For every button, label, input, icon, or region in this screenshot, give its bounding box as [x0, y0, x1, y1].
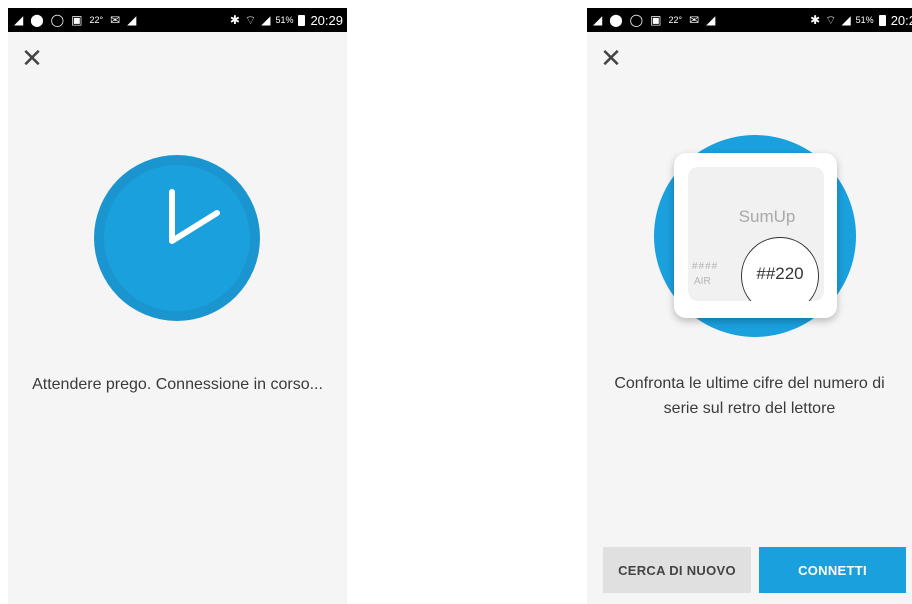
instruction-message: Confronta le ultime cifre del numero di … [614, 375, 885, 417]
battery-icon [878, 14, 886, 26]
connect-button[interactable]: CONNETTI [759, 547, 906, 593]
temperature-icon: 22° [668, 15, 683, 25]
gallery-icon: ▣ [650, 13, 662, 27]
card-reader-illustration: SumUp #### AIR ##220 [674, 153, 837, 318]
magnifier-icon: ##220 [741, 237, 819, 301]
signal-icon: ◢ [841, 13, 851, 27]
gallery-icon: ▣ [71, 13, 83, 27]
close-icon[interactable]: ✕ [599, 45, 623, 71]
download-notification-icon: ◢ [14, 13, 24, 27]
wifi-icon: ⌔ [244, 13, 257, 27]
signal-icon: ◢ [261, 13, 271, 27]
card-brand-logo: SumUp [738, 207, 796, 226]
mail-icon: ✉ [689, 13, 700, 27]
connecting-message: Attendere prego. Connessione in corso... [32, 376, 323, 393]
mail-icon: ✉ [110, 13, 121, 27]
bluetooth-icon: ✱ [229, 13, 240, 27]
whatsapp-icon: ◯ [629, 13, 644, 27]
serial-number-label: #### [692, 261, 719, 272]
battery-percent: 51% [275, 15, 294, 25]
location-icon: ⬤ [30, 13, 44, 27]
battery-icon [298, 14, 306, 26]
clock-icon [94, 155, 260, 321]
whatsapp-icon: ◯ [50, 13, 65, 27]
download-notification-icon: ◢ [127, 13, 137, 27]
location-icon: ⬤ [609, 13, 623, 27]
status-clock: 20:29 [310, 12, 343, 28]
temperature-icon: 22° [89, 15, 104, 25]
bluetooth-icon: ✱ [810, 13, 821, 27]
phone-screen-connecting: ◢ ⬤ ◯ ▣ 22° ✉ ◢ ✱ ⌔ ◢ 51% 20:29 ✕ Attend… [8, 8, 347, 604]
status-clock: 20:2 [890, 12, 912, 28]
status-bar: ◢ ⬤ ◯ ▣ 22° ✉ ◢ ✱ ⌔ ◢ 51% 20:2 [587, 8, 912, 32]
search-again-button[interactable]: CERCA DI NUOVO [603, 547, 751, 593]
phone-screen-verify-serial: ◢ ⬤ ◯ ▣ 22° ✉ ◢ ✱ ⌔ ◢ 51% 20:2 ✕ SumUp #… [587, 8, 912, 604]
download-notification-icon: ◢ [706, 13, 716, 27]
model-label: AIR [694, 276, 711, 287]
download-notification-icon: ◢ [593, 13, 603, 27]
serial-digits: ##220 [756, 264, 804, 283]
status-bar: ◢ ⬤ ◯ ▣ 22° ✉ ◢ ✱ ⌔ ◢ 51% 20:29 [8, 8, 347, 32]
wifi-icon: ⌔ [825, 13, 837, 27]
close-icon[interactable]: ✕ [20, 45, 44, 71]
battery-percent: 51% [855, 15, 874, 25]
